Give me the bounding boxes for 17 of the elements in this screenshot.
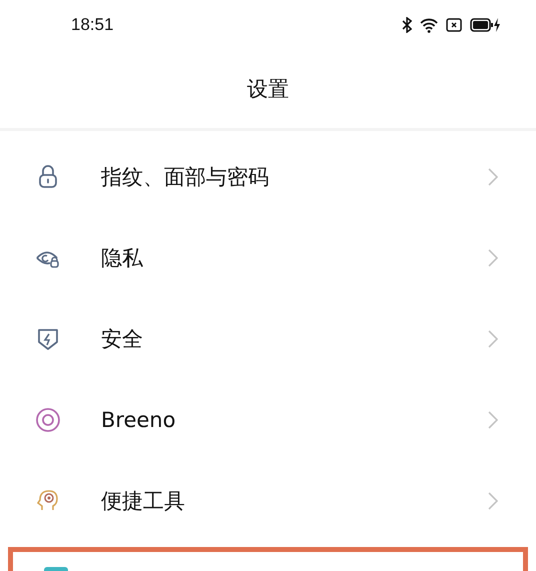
chevron-icon [488, 492, 498, 510]
chevron-icon [488, 410, 498, 428]
setting-label[interactable]: 便捷工具 [101, 486, 488, 514]
page-title: 设置 [247, 76, 289, 103]
setting-label[interactable]: 指纹、面部与密码 [101, 162, 488, 190]
chevron-icon [488, 330, 498, 348]
chevron-icon [488, 248, 498, 266]
chevron-icon [488, 168, 498, 186]
setting-label[interactable]: Breeno [101, 408, 488, 432]
wifi-icon [420, 18, 438, 32]
setting-label[interactable]: 隐私 [101, 244, 488, 272]
ring-icon [34, 406, 60, 432]
setting-label[interactable]: 安全 [101, 324, 488, 352]
status-time: 18:51 [71, 15, 114, 35]
no-sim-icon [446, 18, 462, 32]
bluetooth-icon [402, 17, 412, 33]
battery-charging-icon [470, 17, 502, 33]
